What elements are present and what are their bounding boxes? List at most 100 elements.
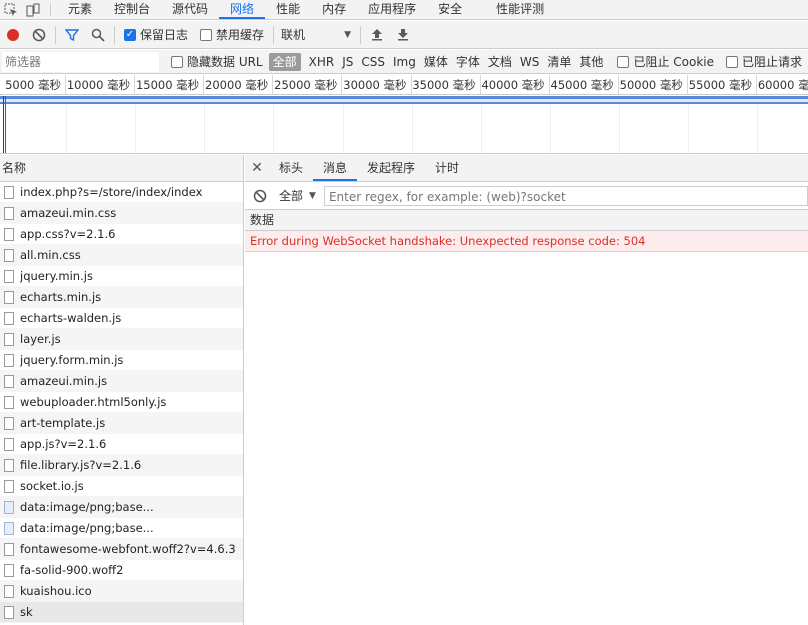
checkbox-unchecked-icon[interactable] (200, 28, 213, 41)
request-row[interactable]: webuploader.html5only.js (0, 392, 243, 413)
request-name: socket.io.js (20, 479, 84, 493)
checkbox-checked-icon[interactable]: ✓ (124, 28, 136, 41)
tab-6[interactable]: 应用程序 (357, 0, 427, 19)
tab-2[interactable]: 源代码 (161, 0, 219, 19)
request-row[interactable]: art-template.js (0, 413, 243, 434)
request-name: layer.js (20, 332, 61, 346)
filter-type-6[interactable]: 字体 (452, 53, 484, 71)
regex-filter-input[interactable]: Enter regex, for example: (web)?socket (323, 185, 808, 206)
preserve-log-checkbox[interactable]: ✓ 保留日志 (124, 26, 188, 43)
request-name: fa-solid-900.woff2 (20, 563, 124, 577)
search-icon[interactable] (85, 22, 111, 48)
filter-type-3[interactable]: CSS (357, 53, 389, 71)
request-name: file.library.js?v=2.1.6 (20, 458, 142, 472)
detail-tab-1[interactable]: 消息 (313, 155, 358, 181)
request-row[interactable]: amazeui.min.js (0, 371, 243, 392)
detail-tab-0[interactable]: 标头 (269, 155, 313, 181)
file-icon (4, 374, 14, 388)
request-row[interactable]: jquery.min.js (0, 266, 243, 287)
file-icon (4, 584, 14, 598)
disable-cache-checkbox[interactable]: 禁用缓存 (200, 26, 264, 43)
hide-data-urls-label: 隐藏数据 URL (187, 55, 263, 69)
filter-type-1[interactable]: XHR (305, 53, 339, 71)
request-row[interactable]: kuaishou.ico (0, 581, 243, 602)
request-row[interactable]: all.min.css (0, 245, 243, 266)
ruler-tick: 15000 毫秒 (135, 75, 205, 94)
tab-5[interactable]: 内存 (311, 0, 357, 19)
request-row[interactable]: app.css?v=2.1.6 (0, 224, 243, 245)
filter-icon[interactable] (59, 22, 85, 48)
import-har-button[interactable] (364, 22, 390, 48)
clear-button[interactable] (26, 22, 52, 48)
tab-1[interactable]: 控制台 (103, 0, 161, 19)
request-row[interactable]: sk (0, 602, 243, 623)
filter-type-5[interactable]: 媒体 (420, 53, 452, 71)
blocked-cookies-checkbox[interactable]: 已阻止 Cookie (617, 53, 714, 70)
file-icon (4, 458, 14, 472)
request-row[interactable]: layer.js (0, 329, 243, 350)
device-toolbar-icon[interactable] (22, 0, 44, 20)
request-row[interactable]: jquery.form.min.js (0, 350, 243, 371)
filter-type-7[interactable]: 文档 (484, 53, 516, 71)
file-icon (4, 269, 14, 283)
request-row[interactable]: echarts-walden.js (0, 308, 243, 329)
detail-tab-2[interactable]: 发起程序 (357, 155, 425, 181)
timeline-gridline (480, 96, 482, 153)
record-button[interactable] (0, 22, 26, 48)
export-har-button[interactable] (390, 22, 416, 48)
filter-type-0[interactable]: 全部 (268, 52, 301, 71)
request-row[interactable]: fontawesome-webfont.woff2?v=4.6.3 (0, 539, 243, 560)
clear-messages-button[interactable] (245, 183, 275, 209)
filter-type-4[interactable]: Img (389, 53, 420, 71)
preserve-log-label: 保留日志 (140, 28, 189, 42)
request-row[interactable]: data:image/png;base... (0, 518, 243, 539)
filter-type-9[interactable]: 清单 (543, 53, 575, 71)
request-row[interactable]: amazeui.min.css (0, 203, 243, 224)
throttling-select[interactable]: 联机 ▼ (281, 26, 357, 43)
error-message-row[interactable]: Error during WebSocket handshake: Unexpe… (245, 231, 808, 252)
detail-tab-3[interactable]: 计时 (425, 155, 469, 181)
hide-data-urls-checkbox[interactable]: 隐藏数据 URL (171, 53, 263, 70)
request-row[interactable]: socket.io.js (0, 476, 243, 497)
file-icon (4, 395, 14, 409)
detail-tabs: ✕ 标头 消息 发起程序 计时 (245, 155, 808, 182)
tab-7[interactable]: 安全 (427, 0, 473, 19)
request-row[interactable]: data:image/png;base... (0, 497, 243, 518)
blocked-cookies-label: 已阻止 Cookie (633, 55, 714, 69)
checkbox-unchecked-icon[interactable] (725, 55, 738, 68)
disable-cache-label: 禁用缓存 (216, 28, 265, 42)
request-name: amazeui.min.css (20, 206, 117, 220)
inspect-element-icon[interactable] (0, 0, 22, 20)
file-icon (4, 227, 14, 241)
request-detail-panel: ✕ 标头 消息 发起程序 计时 全部 ▼ Enter regex, for examp… (245, 155, 808, 625)
checkbox-unchecked-icon[interactable] (617, 55, 630, 68)
close-icon[interactable]: ✕ (245, 155, 269, 181)
request-row[interactable]: echarts.min.js (0, 287, 243, 308)
name-column-header[interactable]: 名称 (0, 155, 243, 182)
request-row[interactable]: app.js?v=2.1.6 (0, 434, 243, 455)
blocked-requests-checkbox[interactable]: 已阻止请求 (725, 53, 802, 70)
tab-0[interactable]: 元素 (57, 0, 103, 19)
timeline-overview[interactable] (0, 96, 808, 154)
checkbox-unchecked-icon[interactable] (171, 55, 183, 68)
file-icon (4, 290, 14, 304)
request-row[interactable]: file.library.js?v=2.1.6 (0, 455, 243, 476)
filter-type-2[interactable]: JS (338, 53, 357, 71)
request-name: art-template.js (20, 416, 106, 430)
tab-8[interactable]: 性能评测 (485, 0, 555, 19)
filter-type-10[interactable]: 其他 (575, 53, 607, 71)
filter-type-8[interactable]: WS (516, 53, 543, 71)
request-row[interactable]: fa-solid-900.woff2 (0, 560, 243, 581)
filter-input[interactable]: 筛选器 (2, 51, 159, 72)
message-type-select[interactable]: 全部 ▼ (275, 187, 324, 204)
file-icon (4, 353, 14, 367)
image-file-icon (4, 500, 14, 514)
ruler-tick: 30000 毫秒 (343, 75, 412, 94)
file-icon (4, 605, 14, 619)
message-type-value: 全部 (279, 189, 304, 203)
tab-4[interactable]: 性能 (265, 0, 311, 19)
ruler-tick: 55000 毫秒 (688, 75, 757, 94)
request-row[interactable]: index.php?s=/store/index/index (0, 182, 243, 203)
tab-3[interactable]: 网络 (219, 0, 266, 19)
ruler-tick: 60000 毫秒 (757, 75, 808, 94)
